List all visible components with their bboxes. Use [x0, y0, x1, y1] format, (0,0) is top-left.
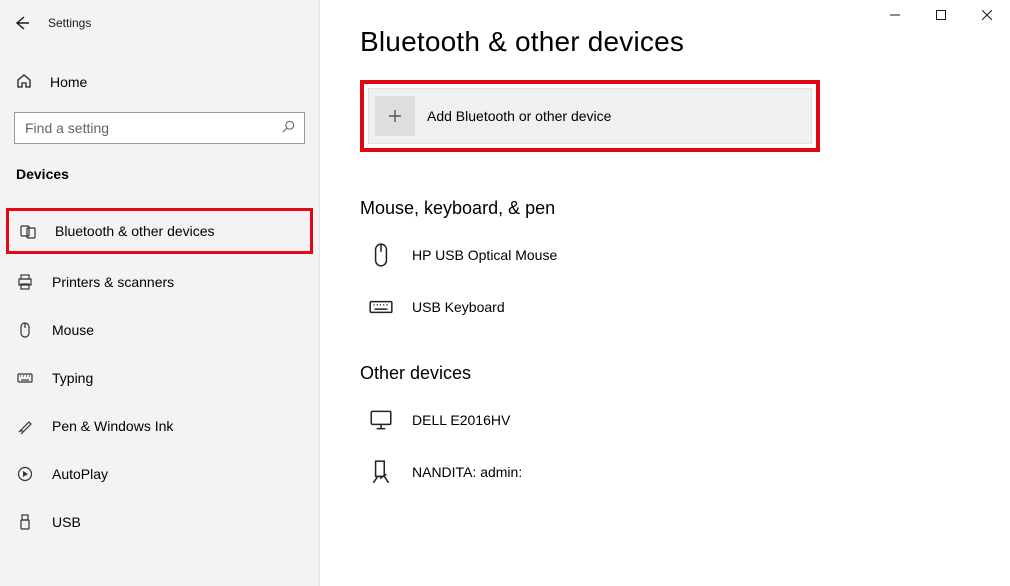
section-title-other: Other devices	[360, 363, 970, 384]
search-icon	[281, 120, 295, 137]
printer-icon	[16, 274, 34, 290]
sidebar-item-pen[interactable]: Pen & Windows Ink	[0, 406, 319, 446]
annotation-highlight-sidebar: Bluetooth & other devices	[6, 208, 313, 254]
device-item[interactable]: HP USB Optical Mouse	[360, 229, 970, 281]
app-title: Settings	[48, 16, 91, 30]
mouse-icon	[366, 242, 396, 268]
add-device-button[interactable]: Add Bluetooth or other device	[368, 88, 812, 144]
minimize-button[interactable]	[872, 0, 918, 30]
sidebar-item-label: AutoPlay	[52, 466, 108, 482]
plus-icon	[375, 96, 415, 136]
page-title: Bluetooth & other devices	[360, 26, 970, 58]
home-icon	[16, 73, 32, 92]
device-item[interactable]: DELL E2016HV	[360, 394, 970, 446]
search-input[interactable]	[14, 112, 305, 144]
sidebar-item-mouse[interactable]: Mouse	[0, 310, 319, 350]
sidebar-item-autoplay[interactable]: AutoPlay	[0, 454, 319, 494]
autoplay-icon	[16, 466, 34, 482]
titlebar: Settings	[0, 8, 319, 38]
sidebar-item-bluetooth[interactable]: Bluetooth & other devices	[9, 211, 310, 251]
monitor-icon	[366, 407, 396, 433]
sidebar-section-label: Devices	[0, 166, 319, 182]
pen-icon	[16, 418, 34, 434]
sidebar-item-label: USB	[52, 514, 81, 530]
sidebar-item-label: Pen & Windows Ink	[52, 418, 173, 434]
sidebar-item-printers[interactable]: Printers & scanners	[0, 262, 319, 302]
sidebar-item-label: Printers & scanners	[52, 274, 174, 290]
window-controls	[872, 0, 1010, 30]
settings-window: Settings Home Devices	[0, 0, 1010, 586]
sidebar-item-usb[interactable]: USB	[0, 502, 319, 542]
keyboard-icon	[16, 370, 34, 386]
sidebar-item-label: Bluetooth & other devices	[55, 223, 215, 239]
add-device-label: Add Bluetooth or other device	[427, 108, 611, 124]
section-title-mouse-keyboard: Mouse, keyboard, & pen	[360, 198, 970, 219]
device-item[interactable]: NANDITA: admin:	[360, 446, 970, 498]
sidebar-item-typing[interactable]: Typing	[0, 358, 319, 398]
annotation-highlight-add: Add Bluetooth or other device	[360, 80, 820, 152]
main-content: Bluetooth & other devices Add Bluetooth …	[320, 0, 1010, 586]
device-label: DELL E2016HV	[412, 412, 510, 428]
sidebar-item-label: Typing	[52, 370, 93, 386]
maximize-button[interactable]	[918, 0, 964, 30]
device-label: USB Keyboard	[412, 299, 505, 315]
back-icon[interactable]	[14, 15, 30, 31]
search-wrap	[14, 112, 305, 144]
usb-icon	[16, 514, 34, 530]
mouse-icon	[16, 322, 34, 338]
close-button[interactable]	[964, 0, 1010, 30]
device-misc-icon	[366, 459, 396, 485]
bluetooth-devices-icon	[19, 223, 37, 239]
sidebar-item-label: Mouse	[52, 322, 94, 338]
sidebar-home[interactable]: Home	[0, 62, 319, 102]
device-item[interactable]: USB Keyboard	[360, 281, 970, 333]
device-label: NANDITA: admin:	[412, 464, 522, 480]
device-label: HP USB Optical Mouse	[412, 247, 557, 263]
sidebar-home-label: Home	[50, 74, 87, 90]
keyboard-icon	[366, 294, 396, 320]
sidebar: Settings Home Devices	[0, 0, 320, 586]
